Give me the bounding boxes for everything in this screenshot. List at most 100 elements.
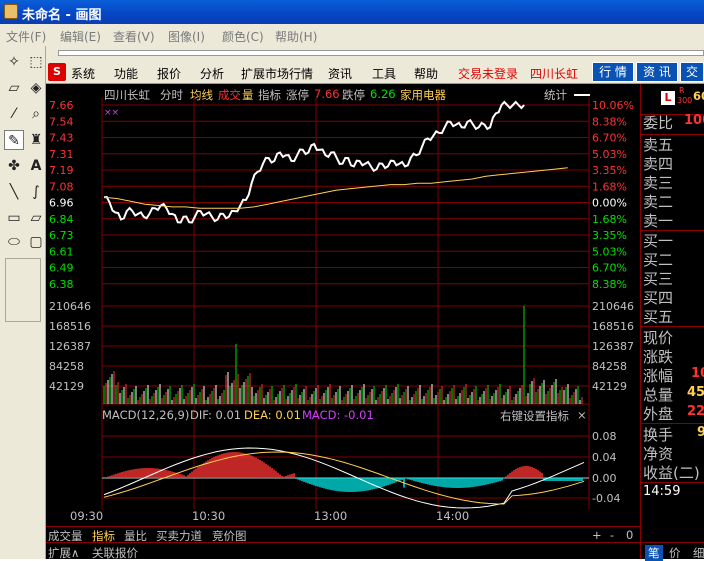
pct-tick-label: 6.70% (592, 132, 627, 145)
bottom-tabs: 成交量 指标 量比 买卖力道 竞价图 + - 0 (46, 526, 640, 543)
pct-tick-label: 8.38% (592, 115, 627, 128)
pencil-icon[interactable]: ✎ (4, 130, 24, 150)
menu-help-app[interactable]: 帮助 (414, 65, 438, 82)
menu-file[interactable]: 文件(F) (6, 28, 46, 45)
price-tick-label: 7.19 (49, 164, 74, 177)
time-1030: 10:30 (192, 509, 226, 523)
window-titlebar: 未命名 - 画图 (0, 0, 704, 24)
macd-dif: DIF: 0.01 (190, 408, 242, 422)
tab-quotes[interactable]: 行 情 (592, 62, 634, 82)
label-net-assets: 净资 (643, 445, 674, 463)
menu-system[interactable]: 系统 (71, 65, 95, 82)
menu-colors[interactable]: 颜色(C) (222, 28, 264, 45)
tab-trade[interactable]: 交 (680, 62, 704, 82)
label-sell2: 卖二 (643, 193, 674, 211)
tool-options-box[interactable] (5, 258, 41, 322)
price-tick-label: 6.38 (49, 278, 74, 291)
price-tick-label: 6.73 (49, 229, 74, 242)
eraser-icon[interactable]: ▱ (4, 78, 24, 98)
close-icon[interactable]: × (577, 408, 587, 422)
time-0930: 09:30 (70, 509, 104, 523)
zoom-out-button[interactable]: - (610, 528, 614, 542)
price-tick-label: 7.31 (49, 148, 74, 161)
price-tick-label: 6.61 (49, 245, 74, 258)
value-total-volume: 45 (687, 385, 704, 400)
trade-status[interactable]: 交易未登录 (458, 65, 518, 82)
polygon-icon[interactable]: ▱ (26, 208, 46, 228)
zoom-in-button[interactable]: + (592, 528, 602, 542)
menu-news[interactable]: 资讯 (328, 65, 352, 82)
free-select-icon[interactable]: ✧ (4, 52, 24, 72)
rounded-rect-icon[interactable]: ▢ (26, 232, 46, 252)
volume-tick-label-right: 168516 (592, 320, 634, 333)
text-icon[interactable]: A (26, 156, 46, 176)
label-buy4: 买四 (643, 289, 674, 307)
label-buy2: 买二 (643, 251, 674, 269)
volume-tick-label-right: 126387 (592, 340, 634, 353)
price-tick-label: 6.84 (49, 213, 74, 226)
stock-link[interactable]: 四川长虹 (530, 65, 578, 82)
fill-icon[interactable]: ◈ (26, 78, 46, 98)
indicator-setting[interactable]: 右键设置指标 (500, 408, 569, 424)
line-icon[interactable]: ╲ (4, 182, 24, 202)
macd-value: MACD: -0.01 (302, 408, 374, 422)
intraday-chart-window[interactable]: 四川长虹 分时 均线 成交 量 指标 涨停 7.66 跌停 6.26 家用电器 … (46, 84, 640, 560)
bottom-tabs-2: 扩展∧ 关联报价 (46, 542, 640, 560)
side-tabs: 笔 价 细 (641, 542, 704, 561)
pct-tick-label: 8.38% (592, 278, 627, 291)
menu-help[interactable]: 帮助(H) (275, 28, 317, 45)
airbrush-icon[interactable]: ✤ (4, 156, 24, 176)
app-logo-icon[interactable]: S (48, 63, 66, 81)
volume-tick-label-left: 42129 (49, 380, 84, 393)
volume-tick-label-right: 42129 (592, 380, 627, 393)
ellipse-icon[interactable]: ⬭ (4, 232, 24, 252)
badge-r: R (679, 86, 685, 95)
label-sell1: 卖一 (643, 212, 674, 230)
menubar: 文件(F) 编辑(E) 查看(V) 图像(I) 颜色(C) 帮助(H) (0, 24, 704, 46)
color-picker-icon[interactable]: ⁄ (4, 104, 24, 124)
menu-image[interactable]: 图像(I) (168, 28, 205, 45)
volume-tick-label-left: 168516 (49, 320, 91, 333)
order-book-panel: L R 300 60 委比 100 卖五 卖四 卖三 卖二 卖一 买一 买二 买… (640, 84, 704, 561)
value-weibi: 100 (684, 113, 704, 128)
magnifier-icon[interactable]: ⌕ (26, 104, 46, 124)
label-buy3: 买三 (643, 270, 674, 288)
curve-icon[interactable]: ∫ (26, 182, 46, 202)
rect-select-icon[interactable]: ⬚ (26, 52, 46, 72)
menu-analysis[interactable]: 分析 (200, 65, 224, 82)
volume-tick-label-left: 126387 (49, 340, 91, 353)
trade-time: 14:59 (643, 484, 681, 499)
volume-tick-label-right: 210646 (592, 300, 634, 313)
menu-function[interactable]: 功能 (114, 65, 138, 82)
volume-tick-label-left: 84258 (49, 360, 84, 373)
paint-toolbox: ✧ ⬚ ▱ ◈ ⁄ ⌕ ✎ ♜ ✤ A ╲ ∫ ▭ ▱ ⬭ ▢ (0, 46, 46, 559)
label-sell4: 卖四 (643, 155, 674, 173)
label-weibi: 委比 (643, 114, 674, 132)
tab-news[interactable]: 资 讯 (636, 62, 678, 82)
label-price: 现价 (643, 329, 674, 347)
label-change: 涨跌 (643, 348, 674, 366)
chart-canvas: 7.66 10.06% 7.54 8.38% 7.43 6.70% 7.31 5.03% 7.1… (49, 98, 634, 509)
paint-app-icon (4, 4, 18, 19)
window-title: 未命名 - 画图 (22, 8, 102, 23)
value-change-pct: 10 (691, 366, 704, 381)
menu-quote[interactable]: 报价 (157, 65, 181, 82)
time-1300: 13:00 (314, 509, 348, 523)
menu-tools[interactable]: 工具 (372, 65, 396, 82)
canvas-top-strip (46, 46, 704, 60)
app-menubar: S 系统 功能 报价 分析 扩展市场行情 资讯 工具 帮助 交易未登录 四川长虹… (46, 60, 704, 84)
brush-icon[interactable]: ♜ (26, 130, 46, 150)
price-tick-label: 6.96 (49, 197, 74, 210)
macd-tick-label: 0.00 (592, 472, 617, 485)
pct-tick-label: 0.00% (592, 197, 627, 210)
label-buy5: 买五 (643, 308, 674, 326)
pct-tick-label: 6.70% (592, 262, 627, 275)
menu-edit[interactable]: 编辑(E) (60, 28, 101, 45)
menu-extended-market[interactable]: 扩展市场行情 (241, 65, 313, 82)
zoom-reset-button[interactable]: 0 (626, 528, 633, 542)
menu-view[interactable]: 查看(V) (113, 28, 155, 45)
rectangle-icon[interactable]: ▭ (4, 208, 24, 228)
macd-tick-label: 0.08 (592, 430, 617, 443)
pct-tick-label: 10.06% (592, 99, 634, 112)
value-turnover: 9 (697, 425, 704, 440)
